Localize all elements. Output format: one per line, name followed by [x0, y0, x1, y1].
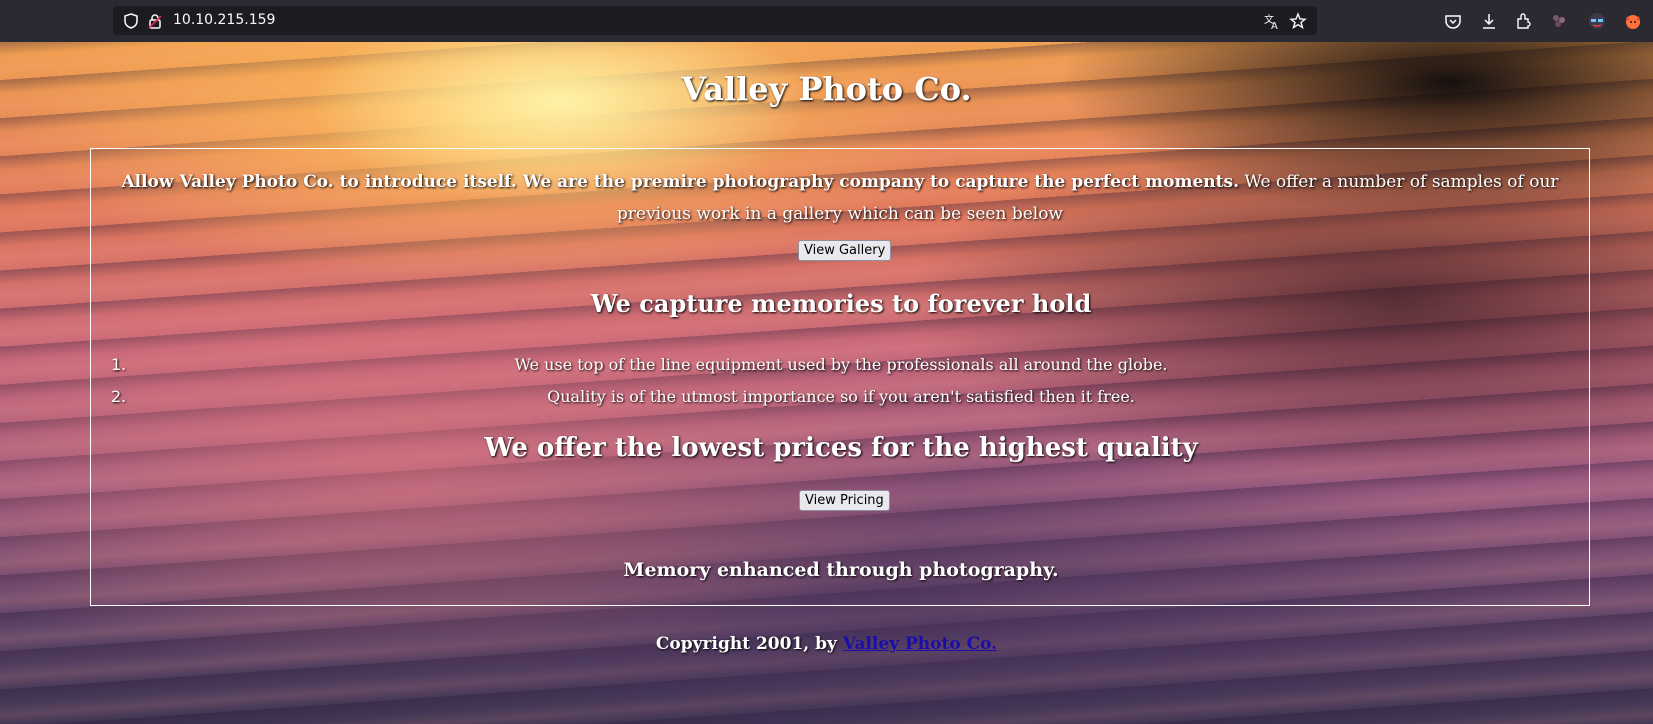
memories-heading: We capture memories to forever hold: [590, 289, 1092, 318]
intro-paragraph: Allow Valley Photo Co. to introduce itse…: [93, 166, 1587, 230]
view-pricing-button[interactable]: View Pricing: [799, 490, 890, 511]
browser-toolbar: 10.10.215.159 文A: [0, 0, 1653, 42]
features-list: 1. We use top of the line equipment used…: [111, 349, 1571, 413]
tagline: Memory enhanced through photography.: [623, 559, 1059, 581]
url-text[interactable]: 10.10.215.159: [173, 12, 275, 28]
svg-text:A: A: [1271, 21, 1278, 30]
list-item: 2. Quality is of the utmost importance s…: [111, 381, 1571, 413]
fox-icon[interactable]: [1623, 11, 1643, 31]
company-link[interactable]: Valley Photo Co.: [843, 634, 997, 654]
star-icon[interactable]: [1289, 12, 1307, 30]
page-title: Valley Photo Co.: [681, 70, 972, 108]
intro-bold-text: Allow Valley Photo Co. to introduce itse…: [121, 172, 1239, 192]
extensions-icon[interactable]: [1514, 11, 1534, 31]
list-item-text: We use top of the line equipment used by…: [514, 355, 1168, 374]
list-item: 1. We use top of the line equipment used…: [111, 349, 1571, 381]
container-icon[interactable]: [1549, 11, 1569, 31]
download-icon[interactable]: [1479, 11, 1499, 31]
url-bar[interactable]: 10.10.215.159 文A: [113, 6, 1317, 35]
shield-icon[interactable]: [122, 12, 140, 30]
translate-icon[interactable]: 文A: [1263, 12, 1281, 32]
list-item-text: Quality is of the utmost importance so i…: [547, 387, 1135, 406]
page-viewport: Valley Photo Co. Allow Valley Photo Co. …: [0, 42, 1653, 724]
prices-heading: We offer the lowest prices for the highe…: [484, 433, 1198, 463]
list-number: 1.: [111, 355, 127, 374]
list-number: 2.: [111, 387, 127, 406]
copyright-text: Copyright 2001, by: [655, 634, 843, 654]
content-box: Allow Valley Photo Co. to introduce itse…: [90, 148, 1590, 606]
lock-icon[interactable]: [146, 12, 164, 30]
footer: Copyright 2001, by Valley Photo Co.: [0, 634, 1653, 654]
account-icon[interactable]: [1587, 11, 1607, 31]
pocket-icon[interactable]: [1443, 11, 1463, 31]
view-gallery-button[interactable]: View Gallery: [798, 240, 892, 261]
